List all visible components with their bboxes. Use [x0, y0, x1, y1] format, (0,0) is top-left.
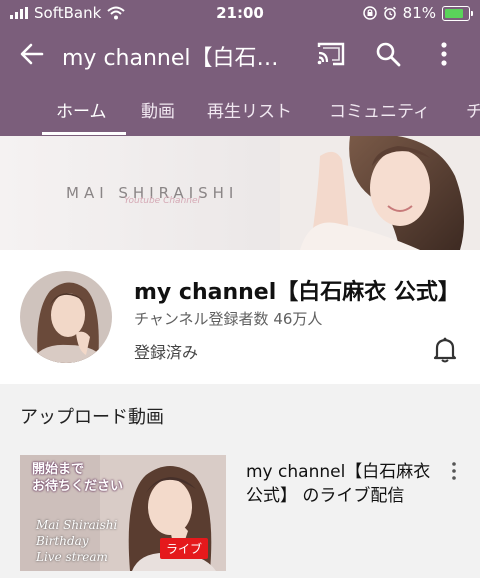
active-tab-indicator [42, 132, 126, 135]
thumbnail-caption: 開始まで お待ちください [32, 461, 123, 495]
tab-bar: ホーム 動画 再生リスト コミュニティ チ [0, 80, 480, 136]
page-title: my channel【白石… [62, 46, 279, 71]
thumbnail-script-line: Live stream [36, 550, 108, 564]
video-thumbnail[interactable]: 開始まで お待ちください Mai Shiraishi Birthday Live… [20, 455, 226, 571]
section-divider [0, 384, 480, 394]
more-vert-icon[interactable] [432, 40, 456, 68]
banner-subtitle: Youtube Channel [124, 196, 201, 206]
video-title[interactable]: my channel【白石麻衣 公式】 のライブ配信 [246, 460, 436, 508]
uploads-heading: アップロード動画 [20, 407, 164, 428]
bell-icon[interactable] [432, 336, 458, 364]
tab-home[interactable]: ホーム [56, 97, 107, 122]
video-more-icon[interactable] [448, 460, 460, 482]
cast-icon[interactable] [316, 41, 346, 67]
channel-banner: MAI SHIRAISHI Youtube Channel [0, 136, 480, 250]
search-icon[interactable] [374, 40, 402, 68]
avatar-portrait [20, 271, 112, 363]
tab-channels[interactable]: チ [466, 97, 480, 122]
tab-videos[interactable]: 動画 [141, 97, 175, 122]
live-badge: ライブ [160, 538, 209, 559]
subscriber-count: チャンネル登録者数 46万人 [134, 310, 323, 328]
thumbnail-caption-line: お待ちください [32, 479, 124, 494]
channel-title: my channel【白石麻衣 公式】 [134, 280, 460, 305]
status-right: 81% [362, 4, 473, 22]
thumbnail-caption-line: 開始まで [32, 462, 85, 477]
battery-icon [442, 5, 473, 21]
tab-playlists[interactable]: 再生リスト [207, 97, 292, 122]
back-arrow-icon[interactable] [18, 40, 46, 68]
thumbnail-script-line: Birthday [36, 534, 89, 548]
banner-portrait [280, 136, 480, 250]
battery-percent: 81% [402, 4, 436, 22]
video-item[interactable]: 開始まで お待ちください Mai Shiraishi Birthday Live… [0, 454, 480, 584]
status-bar: SoftBank 21:00 81% [0, 0, 480, 28]
subscribed-button[interactable]: 登録済み [134, 339, 198, 363]
alarm-icon [383, 6, 396, 20]
uploads-section: アップロード動画 開始まで お待ちください Mai Shiraishi Birt… [0, 394, 480, 578]
avatar[interactable] [20, 271, 112, 363]
tab-community[interactable]: コミュニティ [329, 97, 430, 122]
orientation-lock-icon [362, 6, 377, 20]
thumbnail-script-text: Mai Shiraishi Birthday Live stream [36, 517, 117, 565]
app-bar: my channel【白石… [0, 28, 480, 80]
channel-info: my channel【白石麻衣 公式】 チャンネル登録者数 46万人 登録済み [0, 250, 480, 384]
header: SoftBank 21:00 81% my channel【白石… ホーム 動画… [0, 0, 480, 136]
thumbnail-script-line: Mai Shiraishi [36, 518, 118, 532]
